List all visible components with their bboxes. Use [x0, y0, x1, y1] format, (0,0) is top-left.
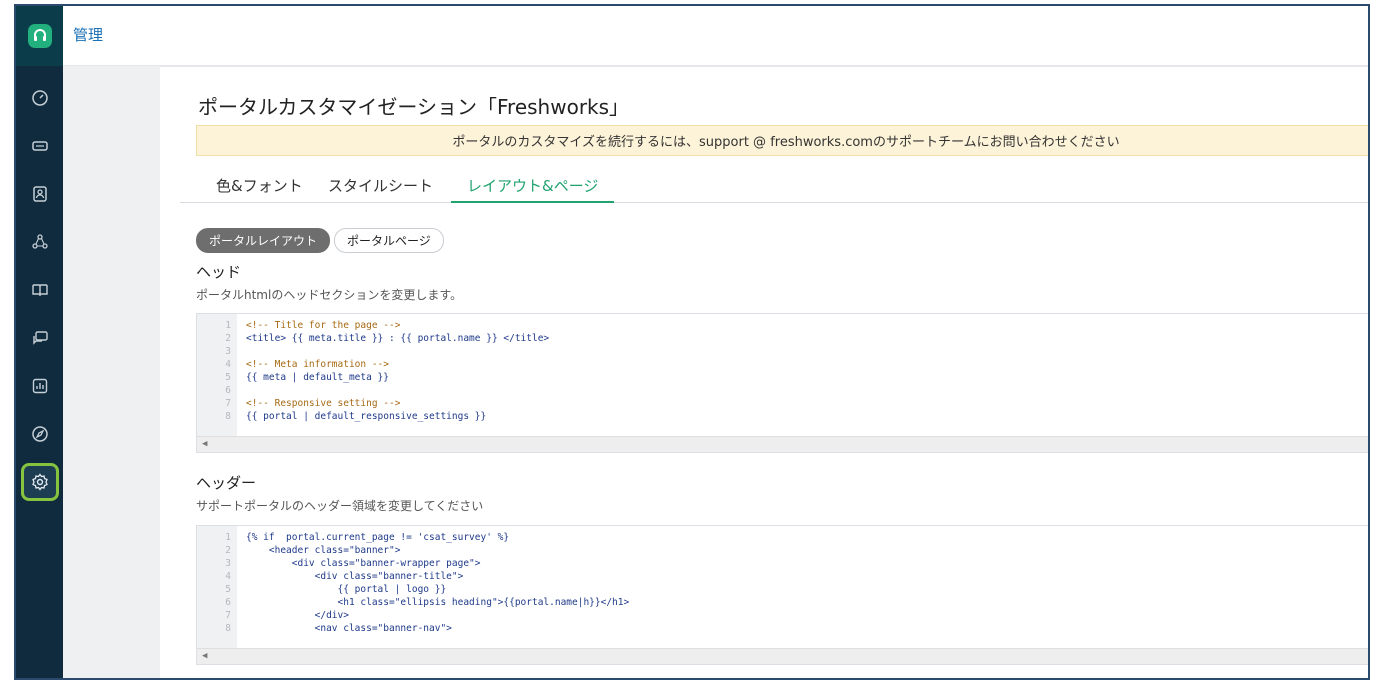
head-section-desc: ポータルhtmlのヘッドセクションを変更します。	[196, 288, 463, 302]
code-line: 4 <div class="banner-title">	[197, 570, 1368, 583]
top-bar: 管理	[16, 6, 1368, 66]
code-text: <!-- Title for the page -->	[246, 320, 401, 331]
tab-layout-pages[interactable]: レイアウト&ページ	[451, 175, 615, 203]
code-text: {{ meta | default_meta }}	[246, 372, 389, 383]
code-line: 8 <nav class="banner-nav">	[197, 622, 1368, 635]
code-text: <header class="banner">	[246, 545, 401, 556]
code-line: 5 {{ portal | logo }}	[197, 583, 1368, 596]
pill-portal-pages[interactable]: ポータルページ	[334, 228, 444, 253]
sidebar-item-tickets[interactable]	[16, 126, 63, 166]
code-text: </div>	[246, 610, 349, 621]
line-number: 5	[225, 584, 231, 595]
tab-bar: 色&フォント スタイルシート レイアウト&ページ	[180, 167, 1368, 203]
line-number: 5	[225, 372, 231, 383]
code-text: <!-- Responsive setting -->	[246, 398, 401, 409]
sidebar-item-admin[interactable]	[16, 462, 63, 502]
line-number: 3	[225, 558, 231, 569]
sidebar-item-knowledge-base[interactable]	[16, 270, 63, 310]
line-number: 7	[225, 610, 231, 621]
tab-colors-fonts[interactable]: 色&フォント	[200, 175, 319, 203]
line-number: 3	[225, 346, 231, 357]
line-number: 7	[225, 398, 231, 409]
main-content: ポータルカスタマイゼーション「Freshworks」 ポータルのカスタマイズを続…	[160, 66, 1368, 678]
sidebar-item-forums[interactable]	[16, 318, 63, 358]
app-window: 管理 ポータルカスタマイゼーション「Freshworks」 ポータルのカスタマイ…	[14, 4, 1370, 680]
code-text: {{ portal | default_responsive_settings …	[246, 411, 487, 422]
notice-banner: ポータルのカスタマイズを続行するには、support @ freshworks.…	[196, 125, 1368, 156]
scroll-left-icon[interactable]: ◀	[202, 651, 207, 661]
tickets-icon	[31, 141, 48, 151]
dashboard-icon	[31, 90, 48, 106]
code-line: 1 {% if portal.current_page != 'csat_surv…	[197, 531, 1368, 544]
horizontal-scrollbar[interactable]: ◀	[197, 648, 1368, 664]
sidebar-item-reports[interactable]	[16, 366, 63, 406]
code-text: <nav class="banner-nav">	[246, 623, 452, 634]
code-line: 2 <title> {{ meta.title }} : {{ portal.na…	[197, 332, 1368, 345]
code-line: 5 {{ meta | default_meta }}	[197, 371, 1368, 384]
scroll-left-icon[interactable]: ◀	[202, 439, 207, 449]
code-line: 8 {{ portal | default_responsive_settings…	[197, 410, 1368, 423]
layout-pill-group: ポータルレイアウト ポータルページ	[196, 228, 444, 253]
code-line: 2 <header class="banner">	[197, 544, 1368, 557]
code-text: <div class="banner-title">	[246, 571, 464, 582]
code-text: <div class="banner-wrapper page">	[246, 558, 481, 569]
line-number: 8	[225, 623, 231, 634]
pill-portal-layout[interactable]: ポータルレイアウト	[196, 228, 331, 253]
knowledge-base-icon	[31, 284, 48, 296]
header-title: 管理	[73, 26, 104, 44]
code-text: {% if portal.current_page != 'csat_surve…	[246, 532, 510, 543]
code-line: 4 <!-- Meta information -->	[197, 358, 1368, 371]
code-text: <!-- Meta information -->	[246, 359, 389, 370]
header-code-editor[interactable]: 1 {% if portal.current_page != 'csat_surv…	[196, 525, 1368, 665]
line-number: 4	[225, 359, 231, 370]
line-number: 2	[225, 333, 231, 344]
code-line: 3	[197, 345, 1368, 358]
code-text: <h1 class="ellipsis heading">{{portal.na…	[246, 597, 630, 608]
code-text: <title> {{ meta.title }} : {{ portal.nam…	[246, 333, 550, 344]
page-title: ポータルカスタマイゼーション「Freshworks」	[198, 95, 630, 119]
code-line: 6	[197, 384, 1368, 397]
discover-icon	[31, 426, 48, 442]
code-line: 3 <div class="banner-wrapper page">	[197, 557, 1368, 570]
admin-gear-icon	[31, 473, 48, 491]
header-section-desc: サポートポータルのヘッダー領域を変更してください	[196, 499, 484, 513]
line-number: 6	[225, 385, 231, 396]
horizontal-scrollbar[interactable]: ◀	[197, 436, 1368, 452]
sidebar-item-dashboard[interactable]	[16, 78, 63, 118]
freshdesk-logo[interactable]	[16, 6, 63, 66]
code-line: 1 <!-- Title for the page -->	[197, 319, 1368, 332]
sidebar-item-contacts[interactable]	[16, 174, 63, 214]
line-number: 1	[225, 320, 231, 331]
headset-logo-icon	[27, 24, 52, 48]
line-number: 6	[225, 597, 231, 608]
code-line: 7 <!-- Responsive setting -->	[197, 397, 1368, 410]
head-section-title: ヘッド	[196, 263, 242, 281]
line-number: 2	[225, 545, 231, 556]
line-number: 1	[225, 532, 231, 543]
code-line: 7 </div>	[197, 609, 1368, 622]
code-line: 6 <h1 class="ellipsis heading">{{portal.…	[197, 596, 1368, 609]
sidebar	[16, 66, 63, 678]
contacts-icon	[32, 186, 47, 202]
forums-icon	[32, 331, 48, 345]
head-code-editor[interactable]: 1 <!-- Title for the page --> 2 <title> {{ …	[196, 313, 1368, 453]
line-number: 8	[225, 411, 231, 422]
sidebar-item-groups[interactable]	[16, 222, 63, 262]
code-text: {{ portal | logo }}	[246, 584, 447, 595]
groups-icon	[31, 234, 48, 249]
tab-stylesheet[interactable]: スタイルシート	[312, 175, 449, 203]
sidebar-item-discover[interactable]	[16, 414, 63, 454]
active-highlight	[20, 463, 59, 501]
secondary-panel	[63, 66, 160, 678]
line-number: 4	[225, 571, 231, 582]
reports-icon	[32, 378, 47, 394]
header-section-title: ヘッダー	[196, 474, 257, 492]
